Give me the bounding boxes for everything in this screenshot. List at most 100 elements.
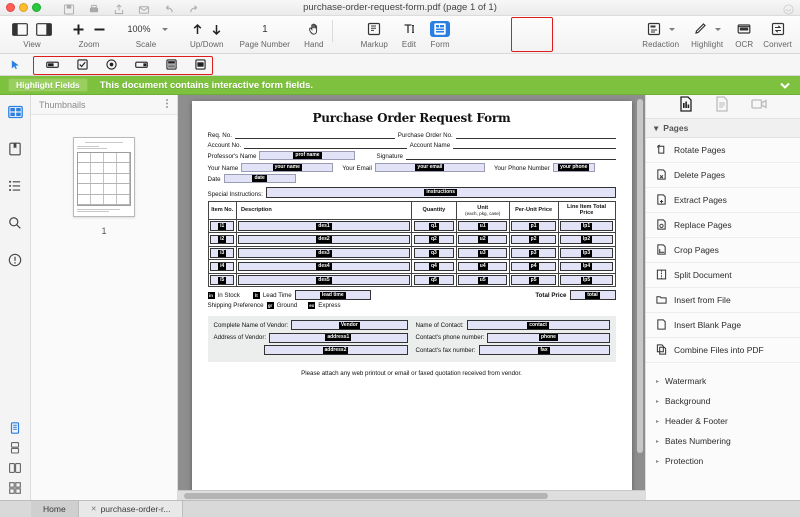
horizontal-scrollbar[interactable] <box>178 490 645 500</box>
item-field-4[interactable]: i4 <box>210 261 235 272</box>
grid-view-icon[interactable] <box>9 481 22 494</box>
share-icon[interactable] <box>113 2 125 15</box>
convert-group[interactable]: Convert <box>763 16 792 49</box>
highlight-chevron-down-icon[interactable] <box>715 27 722 31</box>
contact-phone-field[interactable]: phone <box>487 332 610 343</box>
sidebar-item-search[interactable] <box>7 215 23 231</box>
close-icon[interactable]: ✕ <box>91 505 97 513</box>
purchase-order-no-line[interactable] <box>455 132 616 139</box>
zoom-in-button[interactable] <box>72 23 85 36</box>
sidebar-item-thumbnails[interactable] <box>7 104 23 120</box>
two-page-view-icon[interactable] <box>9 461 22 474</box>
delete-pages-item[interactable]: Delete Pages <box>646 163 800 188</box>
total-price-field[interactable]: total <box>569 290 616 301</box>
rotate-pages-item[interactable]: Rotate Pages <box>646 138 800 163</box>
chevron-right-icon[interactable]: ▸ <box>656 438 659 445</box>
print-icon[interactable] <box>88 2 100 13</box>
push-button-tool-icon[interactable] <box>195 59 206 70</box>
price-field-2[interactable]: p2 <box>511 234 556 245</box>
item-field-3[interactable]: i3 <box>210 248 235 258</box>
single-page-view-icon[interactable] <box>9 421 22 434</box>
desc-field-5[interactable]: des5 <box>238 275 410 285</box>
banner-chevron-down-icon[interactable] <box>780 76 790 94</box>
chevron-right-icon[interactable]: ▸ <box>656 458 659 465</box>
more-options-icon[interactable] <box>165 96 169 114</box>
unit-field-4[interactable]: u4 <box>458 261 508 272</box>
edit-text-icon[interactable] <box>402 22 416 36</box>
price-field-4[interactable]: p4 <box>511 261 556 272</box>
ocr-icon[interactable] <box>737 22 751 36</box>
item-field-5[interactable]: i5 <box>210 275 235 285</box>
qty-field-3[interactable]: q3 <box>413 248 455 258</box>
properties-tab[interactable] <box>715 96 729 117</box>
highlight-pen-icon[interactable] <box>693 22 707 36</box>
qty-field-1[interactable]: q1 <box>413 221 455 231</box>
desc-field-1[interactable]: des1 <box>238 221 410 231</box>
total-field-5[interactable]: lp5 <box>560 275 613 285</box>
desc-field-3[interactable]: des3 <box>238 248 410 258</box>
your-phone-field[interactable]: your phone <box>552 162 595 172</box>
page-number-input[interactable]: 1 <box>250 24 280 35</box>
chevron-right-icon[interactable]: ▸ <box>656 378 659 385</box>
account-no-line[interactable] <box>244 142 407 149</box>
header-footer-section[interactable]: ▸ Header & Footer <box>646 411 800 431</box>
ground-checkbox[interactable]: gr <box>266 302 274 310</box>
mail-icon[interactable] <box>138 2 150 14</box>
media-tab[interactable] <box>751 97 767 116</box>
insert-from-file-item[interactable]: Insert from File <box>646 288 800 313</box>
unit-field-1[interactable]: u1 <box>458 221 508 231</box>
select-tool-icon[interactable] <box>8 59 22 70</box>
pages-tab[interactable] <box>679 96 693 117</box>
redaction-chevron-down-icon[interactable] <box>668 27 675 31</box>
total-field-3[interactable]: lp3 <box>560 248 613 258</box>
document-viewer[interactable]: Purchase Order Request Form Req. No. Pur… <box>178 95 645 500</box>
protection-section[interactable]: ▸ Protection <box>646 451 800 471</box>
account-name-line[interactable] <box>453 142 616 149</box>
total-field-4[interactable]: lp4 <box>560 261 613 272</box>
vertical-scrollbar[interactable] <box>637 99 643 484</box>
highlight-fields-button[interactable]: Highlight Fields <box>8 77 88 93</box>
text-field-tool-icon[interactable] <box>46 60 59 70</box>
form-group[interactable]: Form <box>430 16 451 49</box>
vendor-name-field[interactable]: Vendor <box>291 320 408 331</box>
tab-home[interactable]: Home <box>31 501 79 517</box>
replace-pages-item[interactable]: Replace Pages <box>646 213 800 238</box>
sidebar-right-toggle-icon[interactable] <box>36 22 52 36</box>
date-field[interactable]: date <box>223 174 296 183</box>
chevron-right-icon[interactable]: ▸ <box>656 398 659 405</box>
req-no-line[interactable] <box>234 132 395 139</box>
continuous-view-icon[interactable] <box>9 441 22 454</box>
highlight-group[interactable]: Highlight <box>691 16 723 49</box>
contact-fax-field[interactable]: fax <box>478 345 610 356</box>
close-window-button[interactable] <box>6 3 15 12</box>
maximize-window-button[interactable] <box>32 3 41 12</box>
page-thumbnail-1[interactable] <box>73 137 135 217</box>
total-field-2[interactable]: lp2 <box>560 234 613 245</box>
hand-tool-icon[interactable] <box>307 22 321 36</box>
sidebar-left-toggle-icon[interactable] <box>12 22 28 36</box>
desc-field-2[interactable]: des2 <box>238 234 410 245</box>
watermark-section[interactable]: ▸ Watermark <box>646 371 800 391</box>
zoom-out-button[interactable] <box>93 23 106 36</box>
bates-numbering-section[interactable]: ▸ Bates Numbering <box>646 431 800 451</box>
save-icon[interactable] <box>63 2 75 15</box>
insert-blank-page-item[interactable]: Insert Blank Page <box>646 313 800 338</box>
qty-field-5[interactable]: q5 <box>413 275 455 285</box>
your-email-field[interactable]: your email <box>374 162 485 172</box>
lead-time-field[interactable]: lead time <box>294 290 371 301</box>
zoom-level-value[interactable]: 100% <box>124 24 154 34</box>
background-section[interactable]: ▸ Background <box>646 391 800 411</box>
qty-field-4[interactable]: q4 <box>413 261 455 272</box>
radio-button-tool-icon[interactable] <box>106 59 117 70</box>
chevron-down-icon[interactable] <box>162 27 168 31</box>
price-field-5[interactable]: p5 <box>511 275 556 285</box>
checkbox-tool-icon[interactable] <box>77 59 88 70</box>
lead-time-checkbox[interactable]: lt <box>252 291 260 299</box>
chevron-down-icon[interactable]: ▾ <box>654 123 658 134</box>
crop-pages-item[interactable]: Crop Pages <box>646 238 800 263</box>
page-up-button[interactable] <box>192 23 203 36</box>
form-icon[interactable] <box>430 21 451 37</box>
instructions-field[interactable]: instructions <box>265 187 616 198</box>
chevron-right-icon[interactable]: ▸ <box>656 418 659 425</box>
convert-icon[interactable] <box>771 22 785 36</box>
